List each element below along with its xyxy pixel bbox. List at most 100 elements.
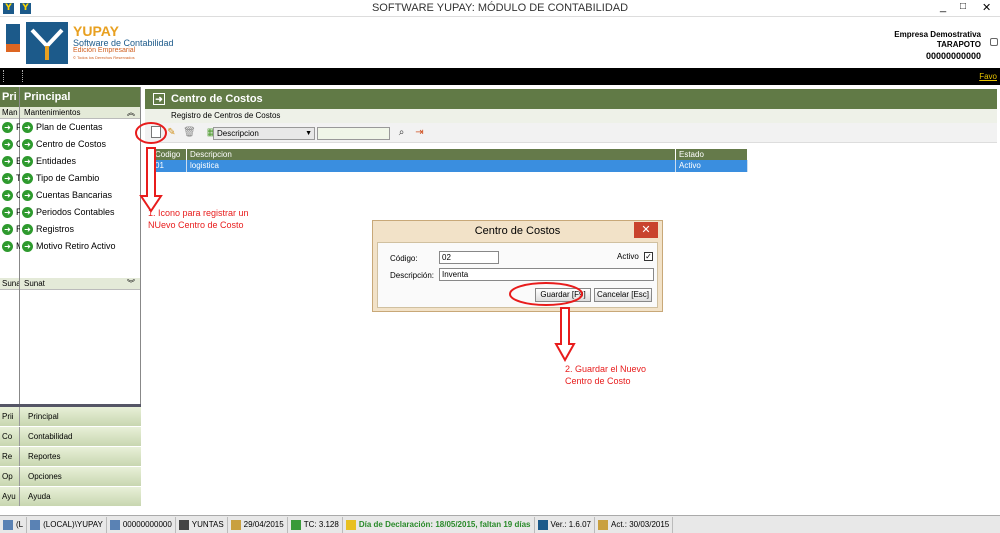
- sidebar-item-motivo-retiro-activo[interactable]: ➜ Motivo Retiro Activo: [20, 238, 140, 255]
- window-title: SOFTWARE YUPAY: MÓDULO DE CONTABILIDAD: [371, 2, 629, 14]
- yupay-icon: [537, 519, 548, 530]
- arrow-circle-icon: ➜: [2, 207, 13, 218]
- calendar-icon: [230, 519, 241, 530]
- sidebar-item-plan-de-cuentas[interactable]: ➜ Plan de Cuentas: [20, 119, 140, 136]
- arrow-circle-icon: ➜: [22, 139, 33, 150]
- cancel-button[interactable]: Cancelar [Esc]: [594, 288, 652, 302]
- nav-reportes[interactable]: Re Reportes: [0, 447, 141, 467]
- activo-checkbox[interactable]: ✓: [644, 252, 653, 261]
- app-header: YUPAY Software de Contabilidad Edición E…: [0, 18, 1000, 68]
- descripcion-label: Descripción:: [390, 271, 435, 280]
- dropdown-arrow-icon: ▼: [305, 130, 312, 137]
- sidebar-item-entidades[interactable]: ➜ Entidades: [20, 153, 140, 170]
- arrow-circle-icon: ➜: [2, 190, 13, 201]
- dialog-title: Centro de Costos: [373, 221, 662, 241]
- cost-center-table: Codigo Descripcion Estado 01 logistica A…: [152, 149, 748, 175]
- column-header-descripcion[interactable]: Descripcion: [187, 149, 676, 160]
- arrow-circle-icon: ➜: [22, 224, 33, 235]
- sidebar-narrow-head: Pri: [0, 87, 19, 107]
- sidebar-item-periodos-contables[interactable]: ➜ Periodos Contables: [20, 204, 140, 221]
- sidebar-narrow-section: Man: [0, 107, 19, 119]
- user-icon: [178, 519, 189, 530]
- brand-copyright: © Todos los Derechos Reservados: [73, 55, 135, 60]
- sidebar-narrow-item[interactable]: ➜ P: [0, 119, 22, 136]
- status-database: (LOCAL)\YUPAY: [27, 516, 107, 533]
- search-input[interactable]: [317, 127, 390, 140]
- table-cell-estado[interactable]: Activo: [676, 160, 748, 172]
- sidebar-narrow-item[interactable]: ➜R: [0, 221, 23, 238]
- delete-trash-icon[interactable]: 🗑: [183, 126, 196, 139]
- sidebar-title: Principal: [20, 87, 140, 107]
- sidebar-narrow-item[interactable]: ➜C: [0, 136, 23, 153]
- server-icon: [3, 519, 13, 530]
- codigo-label: Código:: [390, 254, 418, 263]
- sidebar-narrow-item[interactable]: ➜C: [0, 187, 23, 204]
- sidebar-narrow-item[interactable]: ➜ E: [0, 153, 22, 170]
- yupay-logo-icon: [26, 22, 68, 64]
- codigo-input[interactable]: 02: [439, 251, 499, 264]
- page-title: Centro de Costos: [171, 93, 263, 105]
- arrow-circle-icon: ➜: [2, 122, 13, 133]
- nav-ayuda[interactable]: Ayu Ayuda: [0, 487, 141, 507]
- status-exchange-rate: TC: 3.128: [288, 516, 343, 533]
- lightbulb-icon: [345, 519, 356, 530]
- nav-contabilidad[interactable]: Co Contabilidad: [0, 427, 141, 447]
- sidebar-item-tipo-de-cambio[interactable]: ➜ Tipo de Cambio: [20, 170, 140, 187]
- favorites-link[interactable]: Favo: [979, 72, 997, 81]
- column-header-estado[interactable]: Estado: [676, 149, 748, 160]
- arrow-circle-icon: ➜: [22, 156, 33, 167]
- status-first: (L: [0, 516, 28, 533]
- company-city: TARAPOTO: [936, 40, 981, 49]
- exit-door-icon[interactable]: ⇥: [413, 126, 426, 139]
- section-sunat[interactable]: Sunat ︾: [20, 278, 140, 290]
- search-binoculars-icon[interactable]: ⌕: [395, 126, 408, 139]
- company-ruc: 00000000000: [925, 51, 981, 61]
- page-title-bar: ➜ Centro de Costos: [145, 89, 997, 109]
- page-subtitle: Registro de Centros de Costos: [145, 109, 997, 123]
- brand-name: YUPAY: [73, 23, 119, 39]
- brand-edition: Edición Empresarial: [73, 47, 136, 54]
- annotation-arrow-1: [135, 122, 167, 213]
- minimize-button[interactable]: _: [940, 1, 946, 13]
- status-user: YUNTAS: [176, 516, 228, 533]
- sidebar-narrow-item[interactable]: ➜M: [0, 238, 24, 255]
- sidebar-item-cuentas-bancarias[interactable]: ➜ Cuentas Bancarias: [20, 187, 140, 204]
- sidebar-narrow-item[interactable]: ➜ P: [0, 204, 22, 221]
- annotation-arrow-2: [509, 282, 583, 362]
- chevron-down-icon[interactable]: ︾: [127, 278, 135, 290]
- annotation-note-2: 2. Guardar el Nuevo Centro de Costo: [565, 364, 647, 386]
- sidebar-item-registros[interactable]: ➜ Registros: [20, 221, 140, 238]
- sidebar-narrow-sunat[interactable]: Suna: [0, 278, 19, 290]
- arrow-circle-icon: ➜: [2, 156, 13, 167]
- close-button[interactable]: ✕: [982, 1, 991, 14]
- nav-opciones[interactable]: Op Opciones: [0, 467, 141, 487]
- arrow-circle-icon: ➜: [2, 173, 13, 184]
- arrow-circle-icon: ➜: [2, 241, 13, 252]
- dialog-close-button[interactable]: ✕: [634, 222, 658, 238]
- arrow-circle-icon: ➜: [22, 122, 33, 133]
- sidebar-narrow-item[interactable]: ➜ T: [0, 170, 22, 187]
- arrow-circle-icon: ➜: [22, 207, 33, 218]
- sidebar-narrow-items: ➜P ➜C ➜E ➜T ➜C ➜P ➜R ➜M: [0, 119, 24, 255]
- status-version: Ver.: 1.6.07: [535, 516, 595, 533]
- arrow-circle-icon: ➜: [22, 190, 33, 201]
- arrow-circle-icon: ➜: [22, 173, 33, 184]
- activo-label: Activo: [617, 252, 639, 261]
- section-mantenimientos[interactable]: Mantenimientos ︽: [20, 107, 140, 119]
- menu-bar: [0, 68, 1000, 85]
- chevron-up-icon[interactable]: ︽: [127, 107, 135, 119]
- sidebar-logo-icon: [6, 24, 20, 64]
- calendar-icon: [597, 519, 608, 530]
- status-declaration: Día de Declaración: 18/05/2015, faltan 1…: [343, 516, 535, 533]
- header-toggle-icon[interactable]: [990, 38, 998, 46]
- sidebar-item-centro-de-costos[interactable]: ➜ Centro de Costos: [20, 136, 140, 153]
- table-cell-descripcion[interactable]: logistica: [187, 160, 676, 172]
- arrow-circle-icon: ➜: [22, 241, 33, 252]
- building-icon: [109, 519, 120, 530]
- search-field-select[interactable]: Descripcion ▼: [213, 127, 315, 140]
- nav-principal[interactable]: Prii Principal: [0, 407, 141, 427]
- menu-grip-icon: [3, 70, 5, 82]
- dollar-icon: [290, 519, 301, 530]
- status-updated: Act.: 30/03/2015: [595, 516, 674, 533]
- maximize-button[interactable]: □: [960, 1, 966, 12]
